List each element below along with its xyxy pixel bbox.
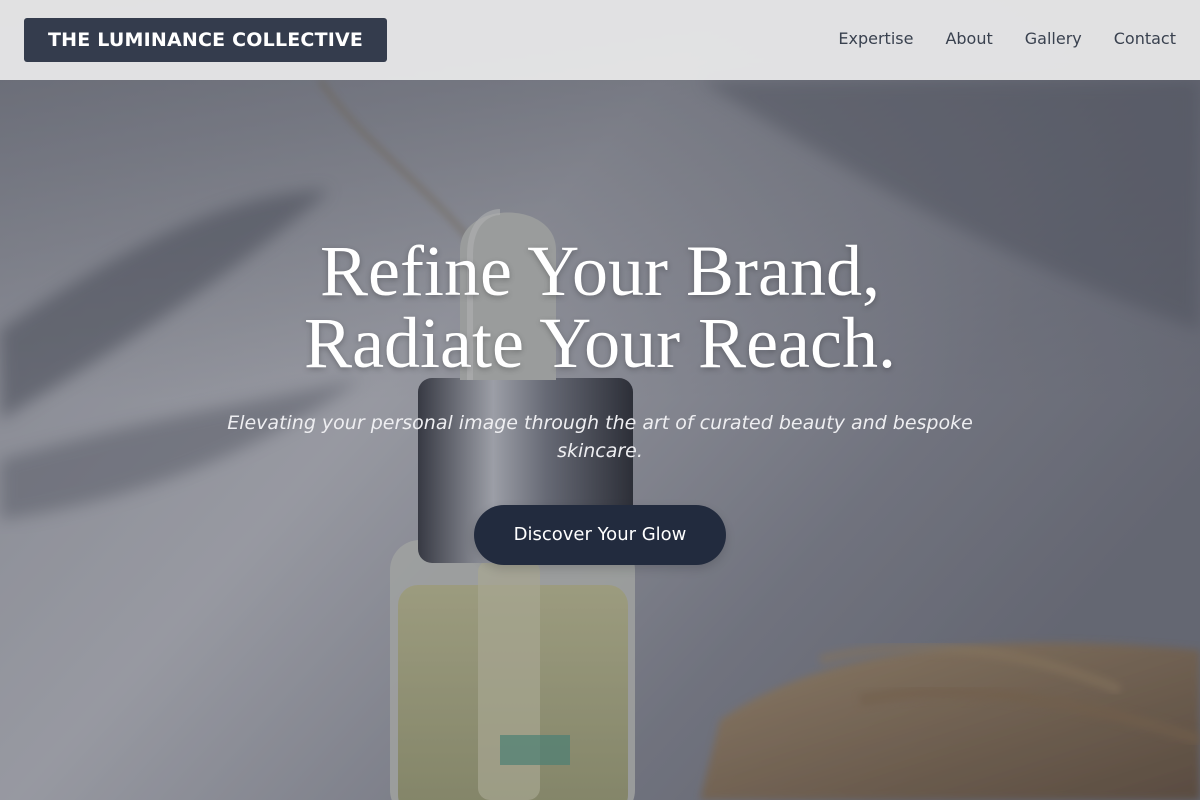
nav-link-expertise[interactable]: Expertise bbox=[838, 28, 913, 50]
hero-title-line-2: Radiate Your Reach. bbox=[304, 303, 896, 383]
logo[interactable]: THE LUMINANCE COLLECTIVE bbox=[24, 18, 388, 62]
hero-section: Refine Your Brand, Radiate Your Reach. E… bbox=[0, 235, 1200, 565]
discover-your-glow-button[interactable]: Discover Your Glow bbox=[473, 505, 727, 565]
hero-subtitle: Elevating your personal image through th… bbox=[227, 412, 973, 462]
landing-page: THE LUMINANCE COLLECTIVE Expertise About… bbox=[0, 0, 1200, 800]
main-nav: Expertise About Gallery Contact bbox=[838, 28, 1176, 50]
hero-title-line-1: Refine Your Brand, bbox=[320, 231, 880, 311]
nav-link-contact[interactable]: Contact bbox=[1114, 28, 1176, 50]
site-header: THE LUMINANCE COLLECTIVE Expertise About… bbox=[0, 0, 1200, 80]
nav-link-gallery[interactable]: Gallery bbox=[1025, 28, 1082, 50]
hero-title: Refine Your Brand, Radiate Your Reach. bbox=[150, 235, 1050, 379]
nav-link-about[interactable]: About bbox=[945, 28, 992, 50]
